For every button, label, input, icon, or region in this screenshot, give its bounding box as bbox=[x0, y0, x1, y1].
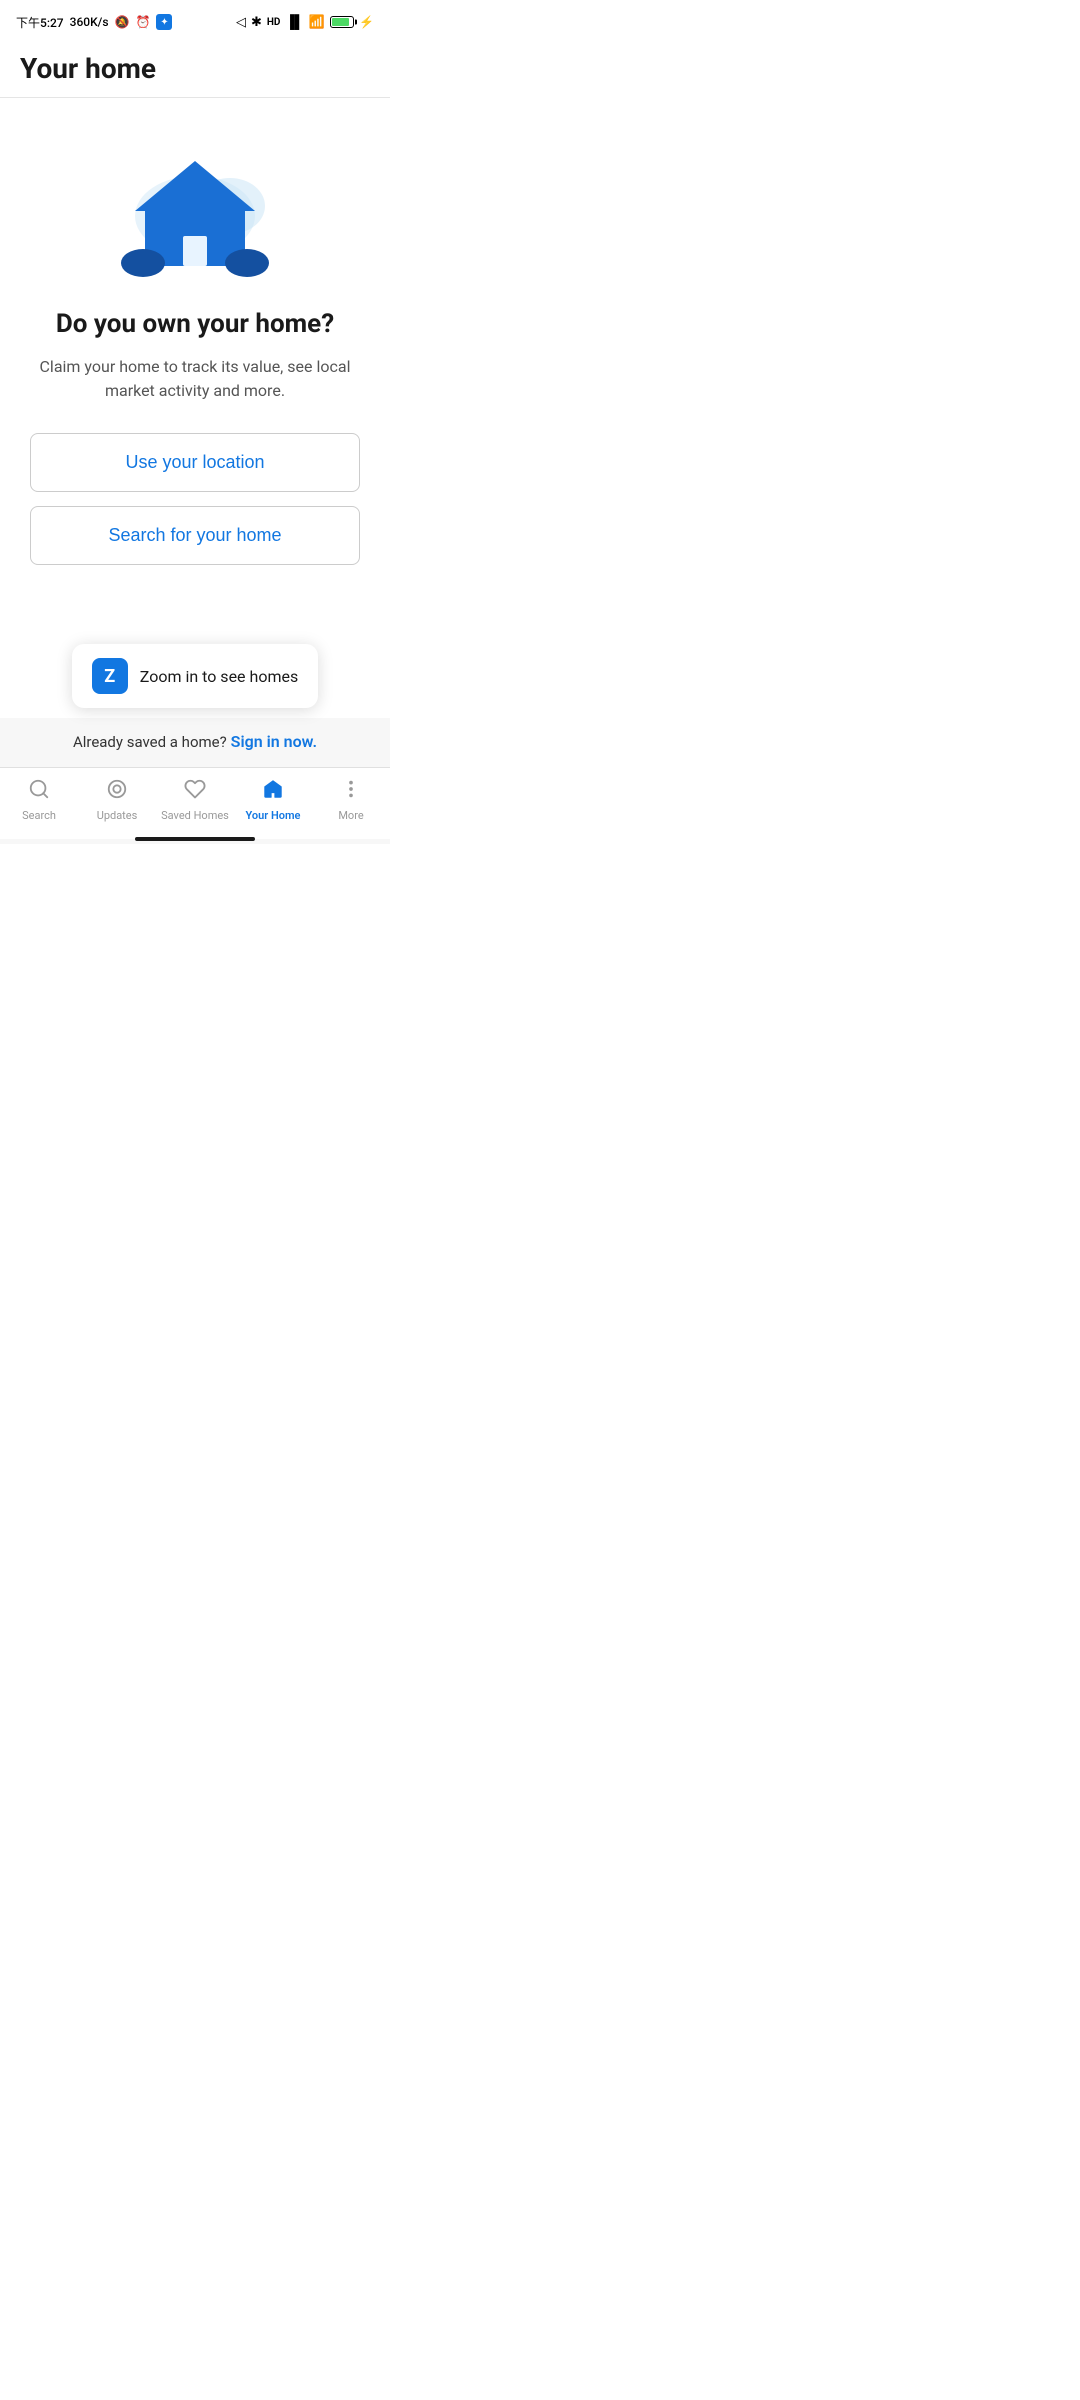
home-indicator bbox=[0, 839, 390, 844]
main-heading: Do you own your home? bbox=[56, 309, 334, 340]
wifi-icon: 📶 bbox=[309, 15, 325, 30]
main-subtext: Claim your home to track its value, see … bbox=[30, 355, 360, 403]
buttons-container: Use your location Search for your home bbox=[30, 433, 360, 565]
alarm-icon: ⏰ bbox=[136, 15, 151, 29]
signin-bar: Already saved a home? Sign in now. bbox=[0, 718, 390, 767]
house-illustration bbox=[115, 151, 275, 281]
status-bar: 下午5:27 360K/s 🔕 ⏰ ✦ ◁ ✱ HD ▐▌ 📶 ⚡ bbox=[0, 0, 390, 44]
nav-item-updates[interactable]: Updates bbox=[78, 778, 156, 822]
nav-label-saved-homes: Saved Homes bbox=[161, 809, 229, 822]
page-header: Your home bbox=[0, 44, 390, 98]
signin-pretext: Already saved a home? bbox=[73, 733, 227, 751]
zoom-toast-text: Zoom in to see homes bbox=[140, 667, 298, 686]
nav-icon-status: ✦ bbox=[156, 14, 172, 30]
zoom-icon-wrapper: Z bbox=[92, 658, 128, 694]
battery-indicator bbox=[330, 16, 354, 28]
zoom-toast-area: Z Zoom in to see homes bbox=[0, 618, 390, 718]
bluetooth-icon: ✱ bbox=[251, 15, 262, 30]
updates-nav-icon bbox=[106, 778, 128, 806]
search-home-button[interactable]: Search for your home bbox=[30, 506, 360, 565]
signal-icon: ▐▌ bbox=[285, 14, 303, 30]
more-nav-icon bbox=[340, 778, 362, 806]
main-content: Do you own your home? Claim your home to… bbox=[0, 98, 390, 618]
hd-icon: HD bbox=[267, 17, 281, 28]
nav-item-search[interactable]: Search bbox=[0, 778, 78, 822]
status-right: ◁ ✱ HD ▐▌ 📶 ⚡ bbox=[236, 14, 374, 30]
mute-icon: 🔕 bbox=[115, 15, 130, 29]
home-indicator-bar bbox=[135, 837, 255, 841]
use-location-button[interactable]: Use your location bbox=[30, 433, 360, 492]
house-svg bbox=[115, 151, 275, 281]
zillow-z-icon: Z bbox=[104, 666, 115, 687]
bottom-nav: Search Updates Saved Homes Your Home bbox=[0, 767, 390, 839]
nav-item-more[interactable]: More bbox=[312, 778, 390, 822]
signin-link[interactable]: Sign in now. bbox=[231, 732, 317, 751]
nav-item-saved-homes[interactable]: Saved Homes bbox=[156, 778, 234, 822]
charging-icon: ⚡ bbox=[359, 15, 374, 29]
nav-label-updates: Updates bbox=[97, 809, 138, 822]
search-nav-icon bbox=[28, 778, 50, 806]
nav-label-your-home: Your Home bbox=[246, 809, 301, 822]
nav-label-search: Search bbox=[22, 809, 56, 822]
location-icon: ◁ bbox=[236, 15, 246, 30]
status-network: 360K/s bbox=[70, 15, 109, 29]
zoom-toast: Z Zoom in to see homes bbox=[72, 644, 318, 708]
nav-label-more: More bbox=[338, 809, 363, 822]
status-left: 下午5:27 360K/s 🔕 ⏰ ✦ bbox=[16, 14, 172, 31]
page-title: Your home bbox=[20, 52, 370, 85]
status-time: 下午5:27 bbox=[16, 14, 64, 31]
saved-homes-nav-icon bbox=[184, 778, 206, 806]
your-home-nav-icon bbox=[262, 778, 284, 806]
nav-item-your-home[interactable]: Your Home bbox=[234, 778, 312, 822]
